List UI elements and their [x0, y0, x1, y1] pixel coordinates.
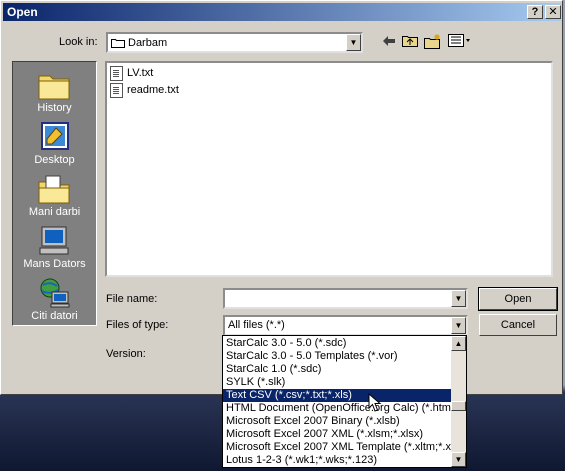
- scroll-up-icon[interactable]: ▲: [451, 336, 466, 351]
- file-name: readme.txt: [127, 84, 179, 96]
- look-in-value: Darbam: [128, 37, 168, 49]
- network-icon: [40, 278, 70, 308]
- place-history[interactable]: History: [13, 66, 96, 118]
- files-of-type-dropdown-button[interactable]: ▼: [451, 317, 466, 334]
- file-type-option[interactable]: Microsoft Excel 2007 Binary (*.xlsb): [223, 415, 451, 428]
- look-in-dropdown-button[interactable]: ▼: [346, 34, 361, 51]
- my-computer-icon: [39, 226, 69, 255]
- close-button[interactable]: ✕: [545, 5, 561, 19]
- dropdown-scrollbar[interactable]: ▲ ▼: [451, 336, 466, 467]
- chevron-down-icon: ▼: [454, 321, 463, 330]
- file-type-option[interactable]: HTML Document (OpenOffice.org Calc) (*.h…: [223, 402, 451, 415]
- place-desktop[interactable]: Desktop: [13, 118, 96, 170]
- files-of-type-value: All files (*.*): [228, 319, 285, 331]
- places-bar: History Desktop Mani darbi Mans Dators C…: [12, 61, 97, 326]
- file-type-option[interactable]: SYLK (*.slk): [223, 376, 451, 389]
- file-type-option[interactable]: StarCalc 3.0 - 5.0 Templates (*.vor): [223, 350, 451, 363]
- version-label: Version:: [106, 348, 146, 360]
- place-label: Mani darbi: [28, 206, 81, 218]
- chevron-down-icon: ▼: [349, 38, 358, 47]
- cancel-button[interactable]: Cancel: [479, 314, 557, 336]
- look-in-combo[interactable]: Darbam ▼: [106, 32, 363, 53]
- history-icon: [38, 75, 70, 100]
- window-title: Open: [7, 5, 38, 19]
- scrollbar-thumb[interactable]: [451, 401, 466, 411]
- file-name-label: File name:: [106, 293, 158, 305]
- file-name: LV.txt: [127, 67, 154, 79]
- file-type-option-selected[interactable]: Text CSV (*.csv;*.txt;*.xls): [223, 389, 451, 402]
- new-folder-icon[interactable]: [424, 34, 442, 51]
- scroll-down-icon[interactable]: ▼: [451, 452, 466, 467]
- file-type-option[interactable]: Microsoft Excel 2007 XML (*.xlsm;*.xlsx): [223, 428, 451, 441]
- up-folder-icon[interactable]: [401, 34, 419, 51]
- help-button[interactable]: ?: [527, 5, 543, 19]
- look-in-label: Look in:: [59, 36, 98, 48]
- text-document-icon: [110, 66, 123, 81]
- place-my-documents[interactable]: Mani darbi: [13, 170, 96, 222]
- chevron-down-icon: ▼: [454, 294, 463, 303]
- file-type-option[interactable]: StarCalc 3.0 - 5.0 (*.sdc): [223, 337, 451, 350]
- file-type-option[interactable]: StarCalc 1.0 (*.sdc): [223, 363, 451, 376]
- mouse-pointer-icon: [368, 393, 382, 412]
- files-of-type-list[interactable]: StarCalc 3.0 - 5.0 (*.sdc) StarCalc 3.0 …: [222, 335, 467, 468]
- file-list[interactable]: LV.txt readme.txt: [105, 61, 553, 277]
- desktop-icon: [41, 122, 69, 150]
- my-documents-icon: [38, 175, 70, 204]
- files-of-type-label: Files of type:: [106, 319, 169, 331]
- place-label: Citi datori: [31, 310, 78, 322]
- place-my-computer[interactable]: Mans Dators: [13, 222, 96, 274]
- title-bar[interactable]: Open ? ✕: [3, 3, 561, 21]
- folder-icon: [111, 39, 125, 48]
- file-name-dropdown-button[interactable]: ▼: [451, 290, 466, 307]
- place-label: Mans Dators: [23, 258, 86, 270]
- place-label: History: [37, 102, 72, 114]
- place-network[interactable]: Citi datori: [13, 274, 96, 326]
- text-document-icon: [110, 83, 123, 98]
- file-type-option[interactable]: Microsoft Excel 2007 XML Template (*.xlt…: [223, 441, 451, 454]
- file-type-option[interactable]: Lotus 1-2-3 (*.wk1;*.wks;*.123): [223, 454, 451, 467]
- file-name-field[interactable]: ▼: [223, 288, 468, 309]
- files-of-type-combo[interactable]: All files (*.*) ▼: [223, 315, 468, 336]
- back-arrow-icon[interactable]: [380, 34, 398, 51]
- open-button[interactable]: Open: [478, 287, 558, 311]
- views-menu-icon[interactable]: [447, 34, 473, 51]
- place-label: Desktop: [34, 154, 75, 166]
